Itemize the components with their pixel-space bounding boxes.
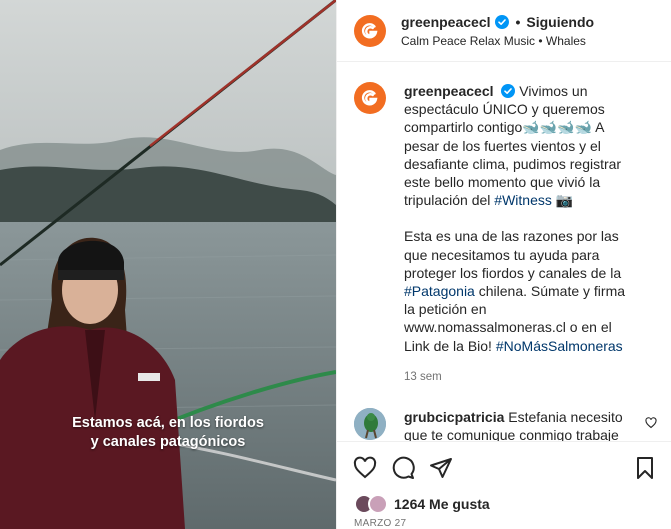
audio-link[interactable]: Calm Peace Relax Music • Whales [401,34,594,48]
likes-count[interactable]: 1264 Me gusta [394,496,490,512]
comments-section[interactable]: greenpeacecl Vivimos un espectáculo ÚNIC… [337,62,671,441]
video-caption: Estamos acá, en los fiordos y canales pa… [0,414,336,452]
post-caption: greenpeacecl Vivimos un espectáculo ÚNIC… [337,62,671,386]
separator-dot: • [515,13,521,30]
caption-time[interactable]: 13 sem [404,368,638,386]
following-button[interactable]: Siguiendo [526,14,594,30]
share-icon[interactable] [429,456,453,480]
verified-icon [494,14,509,29]
post-header: greenpeacecl • Siguiendo Calm Peace Rela… [337,0,671,62]
hashtag-link[interactable]: #NoMásSalmoneras [496,338,623,354]
username-link[interactable]: greenpeacecl [401,14,491,30]
avatar [368,494,388,514]
comment-icon[interactable] [391,456,415,480]
comment-item: grubcicpatricia Estefania necesito que t… [337,386,671,441]
caption-text: Esta es una de las razones por las que n… [404,228,622,281]
caption-text: 📷 [551,192,574,209]
caption-paragraph: Esta es una de las razones por las que n… [404,227,638,354]
post-date[interactable]: MARZO 27 [337,518,671,529]
bookmark-icon[interactable] [633,456,657,480]
avatar[interactable] [354,82,386,114]
heart-small-icon[interactable] [645,416,657,434]
video-caption-line: Estamos acá, en los fiordos [72,415,264,431]
caption-text: Vivimos un espectáculo ÚNICO y queremos … [404,83,622,209]
post-side-panel: greenpeacecl • Siguiendo Calm Peace Rela… [336,0,671,529]
liker-avatars [354,494,388,514]
video-caption-line: y canales patagónicos [90,434,246,450]
verified-icon [501,84,516,98]
post-dialog: Estamos acá, en los fiordos y canales pa… [0,0,671,529]
likes-row[interactable]: 1264 Me gusta [337,494,671,514]
hashtag-link[interactable]: #Patagonia [404,283,475,299]
avatar[interactable] [354,14,386,47]
hashtag-link[interactable]: #Witness [494,192,552,208]
avatar-image [354,408,386,441]
post-actions: 1264 Me gusta MARZO 27 [337,441,671,529]
post-video[interactable]: Estamos acá, en los fiordos y canales pa… [0,0,336,529]
username-link[interactable]: greenpeacecl [404,83,494,99]
caption-paragraph: greenpeacecl Vivimos un espectáculo ÚNIC… [404,82,638,209]
greenpeace-logo-icon [361,22,378,38]
avatar[interactable] [354,408,386,441]
username-link[interactable]: grubcicpatricia [404,409,504,425]
greenpeace-logo-icon [361,90,378,106]
heart-icon[interactable] [353,456,377,480]
